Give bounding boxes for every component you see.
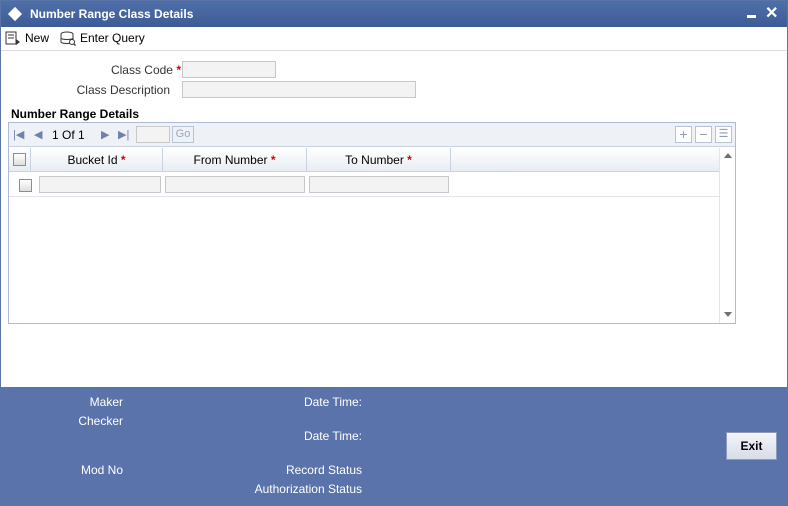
- maker-label: Maker: [89, 395, 123, 409]
- next-page-icon[interactable]: ▶: [101, 128, 109, 141]
- class-code-input[interactable]: [182, 61, 276, 78]
- pager-current: 1: [52, 128, 59, 142]
- page-number-input[interactable]: [136, 126, 170, 143]
- main-window: Number Range Class Details ✕ New Enter Q…: [0, 0, 788, 506]
- to-number-input[interactable]: [309, 176, 449, 193]
- scroll-up-icon[interactable]: [724, 153, 732, 158]
- last-page-icon[interactable]: ▶|: [118, 128, 129, 141]
- checker-label: Checker: [78, 414, 123, 428]
- first-page-icon[interactable]: |◀: [13, 128, 24, 141]
- audit-footer: Maker Checker Mod No Date Time: Date Tim…: [1, 387, 787, 505]
- class-description-input[interactable]: [182, 81, 416, 98]
- pager-of: Of: [62, 128, 75, 142]
- authorization-status-label: Authorization Status: [254, 482, 362, 496]
- maker-date-time-label: Date Time:: [303, 395, 362, 409]
- bucket-id-header-label: Bucket Id: [67, 153, 118, 167]
- from-number-header-label: From Number: [193, 153, 268, 167]
- query-database-icon: [60, 31, 76, 46]
- column-header-bucket-id[interactable]: Bucket Id *: [31, 148, 163, 172]
- close-icon[interactable]: ✕: [765, 3, 778, 23]
- previous-page-icon[interactable]: ◀: [34, 128, 42, 141]
- single-view-icon[interactable]: ☰: [715, 126, 732, 143]
- record-status-label: Record Status: [285, 463, 362, 477]
- pager-text: 1 Of 1: [52, 128, 85, 142]
- mod-no-label: Mod No: [80, 463, 123, 477]
- to-number-required: *: [407, 153, 412, 167]
- window-diamond-icon: [7, 6, 23, 22]
- grid-header: Bucket Id * From Number * To Number *: [9, 148, 719, 172]
- new-doc-icon: [5, 31, 20, 45]
- enter-query-label: Enter Query: [80, 31, 145, 45]
- class-code-label-text: Class Code: [110, 63, 173, 77]
- class-code-label: Class Code *: [61, 63, 181, 77]
- column-header-to-number[interactable]: To Number *: [307, 148, 451, 172]
- pager-total: 1: [78, 128, 85, 142]
- go-button[interactable]: Go: [172, 126, 194, 143]
- new-label: New: [25, 31, 50, 45]
- delete-row-icon[interactable]: −: [695, 126, 712, 143]
- required-marker: *: [176, 63, 181, 77]
- table-row: [9, 173, 719, 197]
- new-button[interactable]: New: [5, 29, 49, 47]
- row-checkbox[interactable]: [19, 179, 32, 192]
- to-number-header-label: To Number: [345, 153, 404, 167]
- title-bar: Number Range Class Details ✕: [1, 1, 787, 27]
- from-number-input[interactable]: [165, 176, 305, 193]
- scroll-down-icon[interactable]: [724, 312, 732, 317]
- number-range-grid: |◀ ◀ 1 Of 1 ▶ ▶| Go + − ☰ Bucket Id * Fr…: [8, 122, 736, 324]
- select-all-cell: [9, 148, 31, 172]
- minimize-icon[interactable]: [747, 15, 756, 18]
- bucket-id-required: *: [120, 153, 126, 167]
- add-row-icon[interactable]: +: [675, 126, 692, 143]
- select-all-checkbox[interactable]: [13, 153, 26, 166]
- grid-vertical-scrollbar[interactable]: [719, 148, 735, 323]
- grid-navbar: |◀ ◀ 1 Of 1 ▶ ▶| Go + − ☰: [9, 123, 735, 147]
- bucket-id-input[interactable]: [39, 176, 161, 193]
- toolbar: New Enter Query: [1, 27, 787, 51]
- class-description-label: Class Description: [76, 83, 170, 97]
- window-title: Number Range Class Details: [30, 7, 194, 21]
- exit-button[interactable]: Exit: [726, 432, 777, 460]
- enter-query-button[interactable]: Enter Query: [60, 29, 145, 47]
- number-range-details-title: Number Range Details: [11, 107, 140, 121]
- from-number-required: *: [270, 153, 276, 167]
- checker-date-time-label: Date Time:: [303, 429, 362, 443]
- column-header-from-number[interactable]: From Number *: [163, 148, 307, 172]
